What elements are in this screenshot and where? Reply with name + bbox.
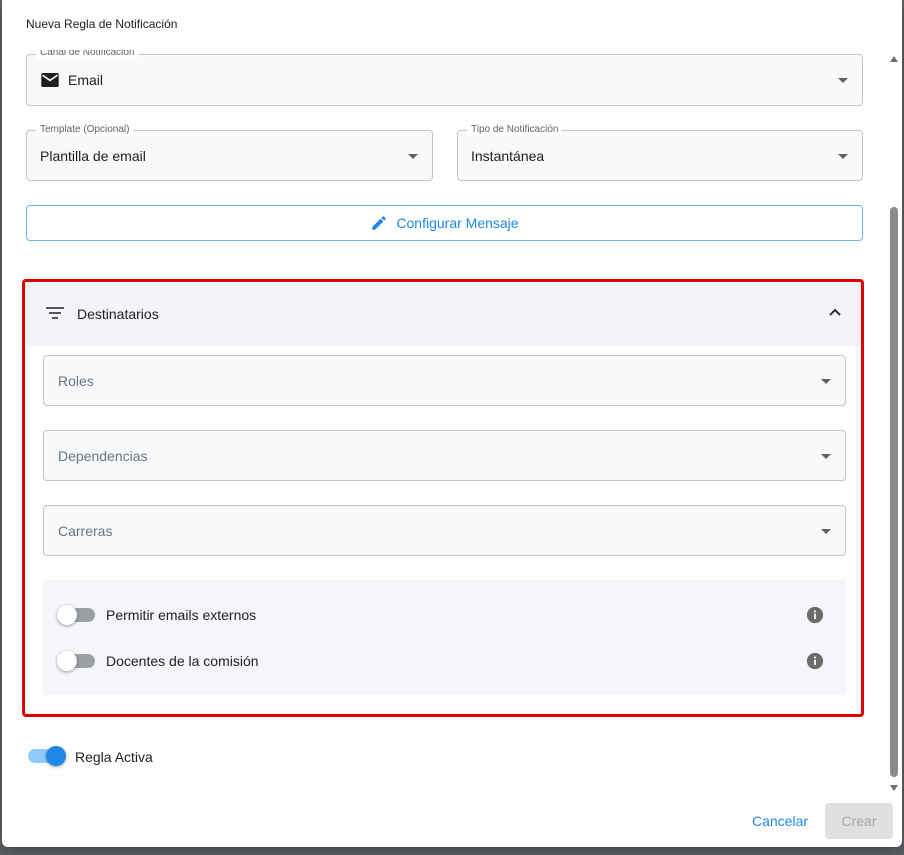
create-button[interactable]: Crear (825, 803, 893, 839)
cancel-button[interactable]: Cancelar (740, 803, 820, 839)
pencil-icon (372, 216, 387, 230)
channel-select-label: Canal de Notificación (36, 50, 139, 59)
scrollbar-thumb[interactable] (890, 207, 898, 777)
chevron-down-icon (838, 78, 848, 83)
configure-message-label: Configurar Mensaje (396, 215, 519, 231)
notification-type-select-value: Instantánea (471, 147, 545, 164)
notification-type-select[interactable]: Tipo de Notificación Instantánea (457, 124, 863, 181)
active-rule-switch[interactable] (28, 746, 66, 766)
switch-knob (46, 746, 66, 766)
recipients-highlight-frame (22, 279, 864, 717)
notification-rule-dialog: Nueva Regla de Notificación Canal de Not… (2, 0, 902, 847)
active-rule-label: Regla Activa (75, 749, 153, 765)
active-rule-row: Regla Activa (28, 745, 328, 767)
template-select[interactable]: Template (Opcional) Plantilla de email (26, 124, 433, 181)
chevron-down-icon (408, 153, 418, 159)
dialog-title: Nueva Regla de Notificación (26, 17, 178, 31)
template-select-value: Plantilla de email (40, 147, 146, 164)
mail-icon (41, 73, 59, 87)
channel-select-value: Email (68, 72, 104, 88)
notification-type-select-label: Tipo de Notificación (467, 124, 563, 136)
template-select-label: Template (Opcional) (36, 124, 134, 136)
chevron-down-icon (838, 153, 848, 159)
scroll-down-arrow-icon[interactable] (890, 785, 898, 791)
dialog-scrollbar[interactable] (887, 50, 901, 795)
configure-message-button[interactable]: Configurar Mensaje (26, 205, 863, 241)
channel-select[interactable]: Canal de Notificación Email (26, 50, 863, 106)
scroll-up-arrow-icon[interactable] (890, 56, 898, 62)
